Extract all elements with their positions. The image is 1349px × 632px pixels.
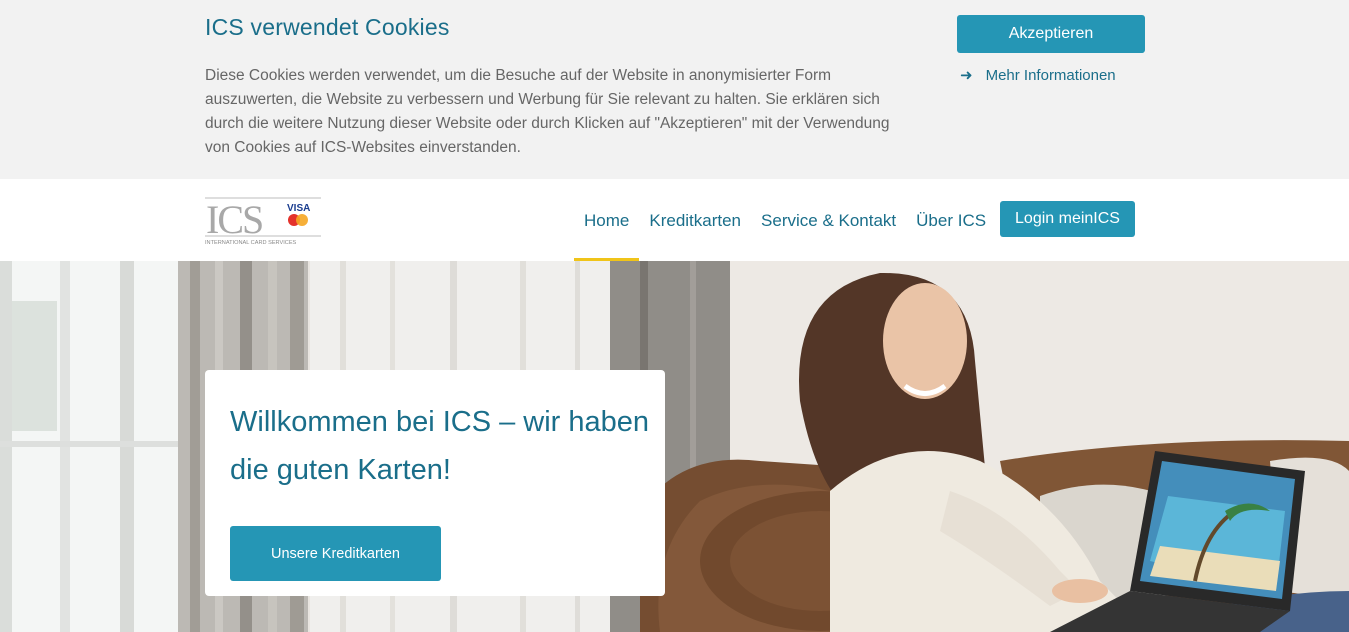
visa-logo: VISA	[287, 203, 310, 214]
ics-logo-graphic: ICS VISA INTERNATIONAL CARD SERVICES	[205, 196, 321, 246]
logo-brand: ICS	[206, 197, 262, 242]
cookie-banner: ICS verwendet Cookies Diese Cookies werd…	[0, 0, 1349, 179]
welcome-card: Willkommen bei ICS – wir haben die guten…	[205, 370, 665, 596]
arrow-right-icon: ➜	[960, 67, 973, 84]
cookie-description: Diese Cookies werden verwendet, um die B…	[205, 67, 890, 156]
accept-cookies-button[interactable]: Akzeptieren	[957, 15, 1145, 53]
nav-item-kreditkarten[interactable]: Kreditkarten	[639, 179, 751, 261]
site-header: ICS VISA INTERNATIONAL CARD SERVICES Hom…	[0, 179, 1349, 261]
more-info-label: Mehr Informationen	[985, 66, 1116, 84]
more-info-link[interactable]: ➜ Mehr Informationen	[960, 66, 1116, 85]
hero-image	[0, 261, 1349, 632]
nav-item-service-kontakt[interactable]: Service & Kontakt	[751, 179, 906, 261]
nav-item-ueber-ics[interactable]: Über ICS	[906, 179, 996, 261]
our-credit-cards-button[interactable]: Unsere Kreditkarten	[230, 526, 441, 581]
cookie-title: ICS verwendet Cookies	[205, 14, 450, 40]
hero-section: Willkommen bei ICS – wir haben die guten…	[0, 261, 1349, 632]
main-nav: Home Kreditkarten Service & Kontakt Über…	[574, 179, 996, 261]
nav-item-home[interactable]: Home	[574, 179, 640, 261]
ics-logo[interactable]: ICS VISA INTERNATIONAL CARD SERVICES	[205, 196, 321, 246]
logo-tagline: INTERNATIONAL CARD SERVICES	[205, 240, 297, 246]
login-button[interactable]: Login meinICS	[1000, 201, 1135, 237]
welcome-heading: Willkommen bei ICS – wir haben die guten…	[230, 406, 650, 486]
